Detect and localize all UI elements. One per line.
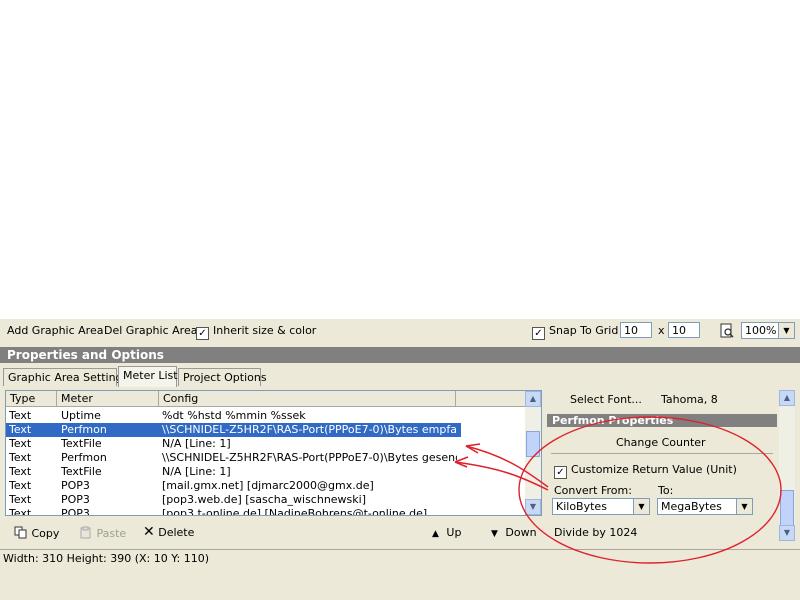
annotation-arrow-upper [465,445,549,488]
annotation-arrow-lower [454,461,549,491]
annotation-ellipse [518,416,782,564]
tab-meter-list[interactable]: Meter List [118,366,178,387]
annotation-overlay [454,416,782,564]
annotation-arrowhead-lower [454,456,469,468]
